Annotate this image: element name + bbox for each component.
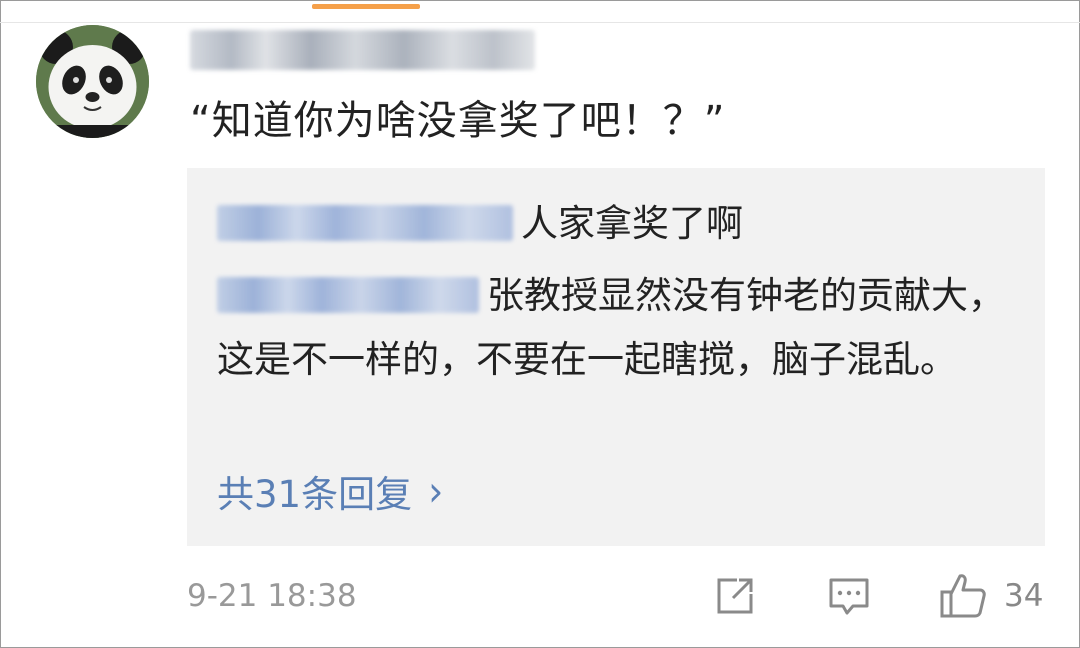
reply-item[interactable]: 张教授显然没有钟老的贡献大，这是不一样的，不要在一起瞎搅，脑子混乱。 [217,264,1017,392]
like-button[interactable] [938,570,988,620]
reply-username-blurred[interactable] [217,204,513,241]
more-replies-link[interactable]: 共31条回复 › [217,464,443,518]
comment-text: “知道你为啥没拿奖了吧！？” [190,98,726,144]
reply-text: 人家拿奖了啊 [521,202,743,245]
like-count: 34 [1004,578,1044,614]
tab-indicator [312,4,420,9]
comment-icon [829,578,869,615]
avatar[interactable] [36,25,149,138]
share-button[interactable] [713,574,757,618]
reply-preview-box[interactable]: 人家拿奖了啊 张教授显然没有钟老的贡献大，这是不一样的，不要在一起瞎搅，脑子混乱… [187,168,1045,546]
chevron-right-icon: › [428,466,444,516]
reply-username-blurred[interactable] [217,276,479,313]
panda-icon [36,25,149,138]
reply-item[interactable]: 人家拿奖了啊 [217,192,743,256]
username-blurred[interactable] [190,30,535,70]
comment-timestamp: 9-21 18:38 [187,578,357,614]
share-icon [717,578,753,614]
comment-button[interactable] [827,574,871,618]
divider [0,22,1080,23]
thumbs-up-icon [940,574,986,618]
more-replies-label: 共31条回复 [217,473,413,516]
